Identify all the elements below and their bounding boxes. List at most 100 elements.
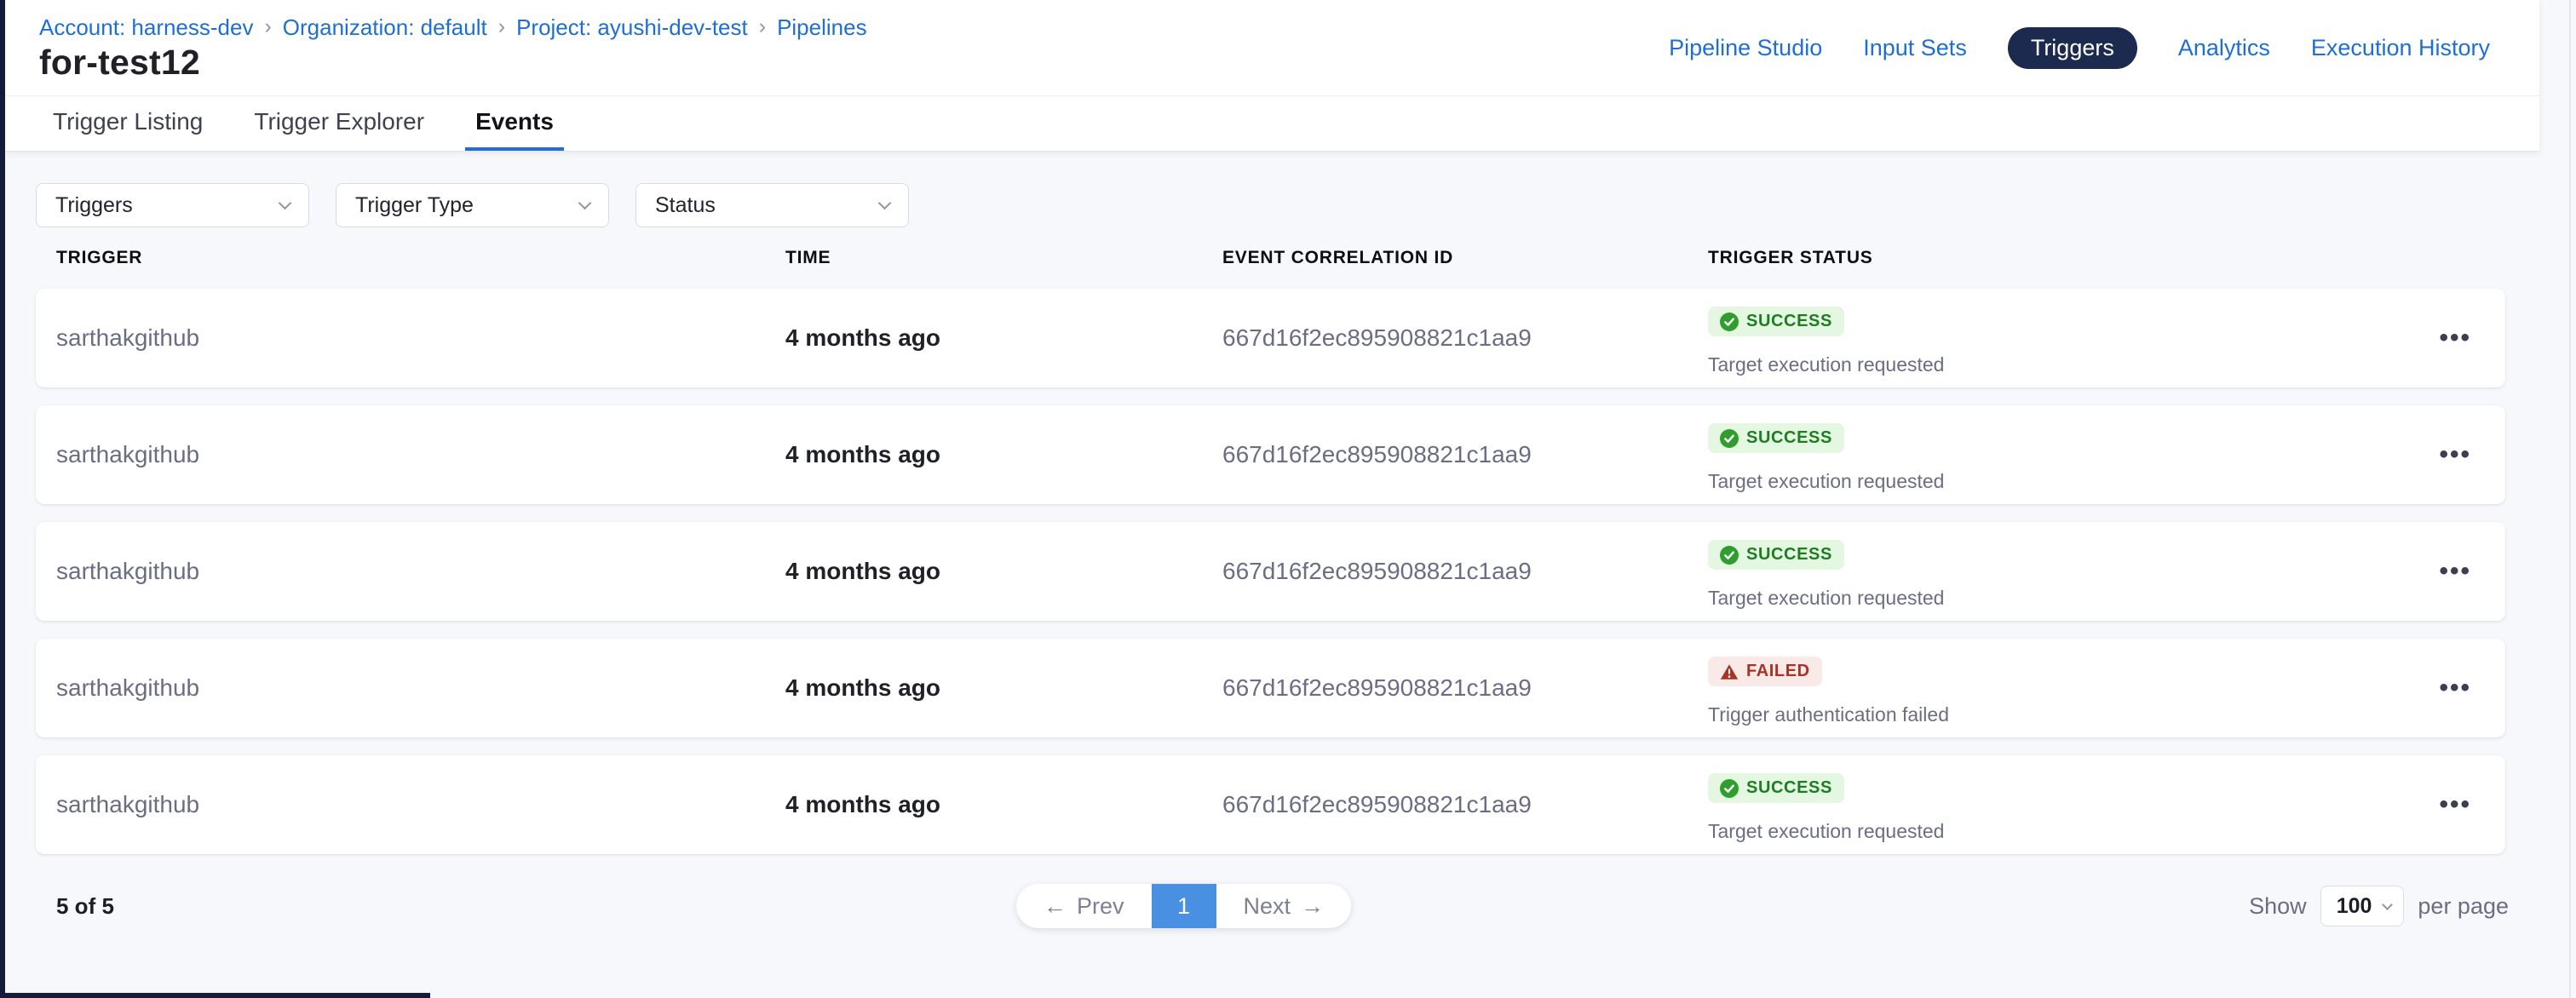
table-row: sarthakgithub 4 months ago 667d16f2ec895…	[36, 405, 2505, 504]
row-menu-button[interactable]: •••	[2439, 674, 2471, 703]
breadcrumb-link-pipelines[interactable]: Pipelines	[777, 14, 867, 41]
status-badge-label: FAILED	[1746, 662, 1810, 681]
filter-triggers[interactable]: Triggers	[36, 183, 309, 227]
row-menu-button[interactable]: •••	[2439, 790, 2471, 819]
nav-execution-history[interactable]: Execution History	[2311, 35, 2490, 61]
row-time: 4 months ago	[785, 674, 940, 701]
row-trigger: sarthakgithub	[56, 324, 199, 351]
breadcrumb: Account: harness-dev › Organization: defau…	[39, 14, 867, 41]
row-event-correlation-id: 667d16f2ec895908821c1aa9	[1222, 558, 1532, 584]
chevron-down-icon	[578, 196, 592, 209]
column-header-time: TIME	[785, 248, 1222, 268]
tab-events[interactable]: Events	[465, 96, 564, 151]
nav-analytics[interactable]: Analytics	[2178, 35, 2270, 61]
filters-row: Triggers Trigger Type Status	[36, 183, 2539, 227]
table-body: sarthakgithub 4 months ago 667d16f2ec895…	[5, 289, 2539, 854]
row-count: 5 of 5	[56, 893, 114, 920]
table-row: sarthakgithub 4 months ago 667d16f2ec895…	[36, 522, 2505, 621]
row-menu-button[interactable]: •••	[2439, 324, 2471, 353]
row-trigger: sarthakgithub	[56, 441, 199, 467]
events-content: Triggers Trigger Type Status TRIGGER TIME …	[5, 152, 2539, 940]
tab-bar: Trigger Listing Trigger Explorer Events	[5, 96, 2539, 151]
prev-button[interactable]: ← Prev	[1016, 884, 1152, 928]
row-trigger: sarthakgithub	[56, 558, 199, 584]
right-edge-line	[2569, 0, 2571, 998]
status-badge-label: SUCCESS	[1746, 428, 1832, 448]
status-badge: FAILED	[1708, 657, 1822, 686]
chevron-down-icon	[2383, 899, 2394, 910]
check-circle-icon	[1720, 779, 1739, 798]
tab-trigger-listing[interactable]: Trigger Listing	[43, 96, 213, 151]
collapsed-sidebar-strip	[0, 0, 5, 998]
bottom-edge-sliver	[0, 993, 430, 998]
page-size-control: Show 100 per page	[2249, 886, 2509, 926]
warning-triangle-icon	[1720, 663, 1739, 680]
row-event-correlation-id: 667d16f2ec895908821c1aa9	[1222, 674, 1532, 701]
tab-trigger-explorer[interactable]: Trigger Explorer	[244, 96, 434, 151]
status-badge-label: SUCCESS	[1746, 312, 1832, 331]
row-trigger: sarthakgithub	[56, 674, 199, 701]
row-menu-button[interactable]: •••	[2439, 557, 2471, 586]
status-message: Target execution requested	[1708, 353, 2386, 376]
page-title: for-test12	[39, 43, 200, 83]
filter-label: Status	[655, 193, 716, 218]
next-label: Next	[1244, 893, 1291, 920]
row-time: 4 months ago	[785, 791, 940, 817]
prev-label: Prev	[1077, 893, 1124, 920]
row-trigger: sarthakgithub	[56, 791, 199, 817]
row-menu-button[interactable]: •••	[2439, 440, 2471, 469]
next-button[interactable]: Next →	[1216, 884, 1352, 928]
row-time: 4 months ago	[785, 441, 940, 467]
status-message: Target execution requested	[1708, 587, 2386, 610]
filter-label: Trigger Type	[355, 193, 474, 218]
status-message: Target execution requested	[1708, 820, 2386, 843]
nav-pipeline-studio[interactable]: Pipeline Studio	[1669, 35, 1822, 61]
nav-input-sets[interactable]: Input Sets	[1863, 35, 1967, 61]
row-time: 4 months ago	[785, 324, 940, 351]
filter-status[interactable]: Status	[635, 183, 909, 227]
table-row: sarthakgithub 4 months ago 667d16f2ec895…	[36, 755, 2505, 854]
per-page-label: per page	[2418, 893, 2509, 920]
page-size-value: 100	[2337, 894, 2372, 919]
chevron-right-separator: ›	[759, 14, 766, 39]
chevron-down-icon	[878, 196, 892, 209]
column-header-trigger: TRIGGER	[36, 248, 785, 268]
show-label: Show	[2249, 893, 2307, 920]
table-header: TRIGGER TIME EVENT CORRELATION ID TRIGGE…	[36, 248, 2505, 268]
chevron-right-separator: ›	[264, 14, 271, 39]
status-badge-label: SUCCESS	[1746, 778, 1832, 798]
row-event-correlation-id: 667d16f2ec895908821c1aa9	[1222, 324, 1532, 351]
column-header-event-correlation-id: EVENT CORRELATION ID	[1222, 248, 1708, 268]
column-header-trigger-status: TRIGGER STATUS	[1708, 248, 2505, 268]
chevron-right-separator: ›	[498, 14, 505, 39]
status-badge: SUCCESS	[1708, 307, 1844, 336]
breadcrumb-link-project-ayushi-dev-test[interactable]: Project: ayushi-dev-test	[516, 14, 748, 41]
arrow-right-icon: →	[1301, 893, 1324, 920]
filter-trigger-type[interactable]: Trigger Type	[336, 183, 609, 227]
row-event-correlation-id: 667d16f2ec895908821c1aa9	[1222, 791, 1532, 817]
page-size-select[interactable]: 100	[2320, 886, 2405, 926]
arrow-left-icon: ←	[1044, 893, 1067, 920]
check-circle-icon	[1720, 546, 1739, 565]
nav-triggers[interactable]: Triggers	[2008, 27, 2137, 69]
status-message: Target execution requested	[1708, 470, 2386, 493]
table-row: sarthakgithub 4 months ago 667d16f2ec895…	[36, 639, 2505, 737]
status-badge: SUCCESS	[1708, 773, 1844, 803]
breadcrumb-link-organization-default[interactable]: Organization: default	[283, 14, 487, 41]
footer: 5 of 5 ← Prev 1 Next → Show 100 per page	[36, 872, 2509, 940]
status-badge: SUCCESS	[1708, 540, 1844, 570]
page-header: Account: harness-dev › Organization: defau…	[5, 0, 2539, 152]
page-number-button[interactable]: 1	[1152, 884, 1216, 928]
status-badge: SUCCESS	[1708, 423, 1844, 453]
header-top: Account: harness-dev › Organization: defau…	[5, 0, 2539, 96]
row-time: 4 months ago	[785, 558, 940, 584]
pipeline-nav: Pipeline Studio Input Sets Triggers Analyti…	[1669, 0, 2490, 96]
status-badge-label: SUCCESS	[1746, 545, 1832, 565]
filter-label: Triggers	[55, 193, 133, 218]
row-event-correlation-id: 667d16f2ec895908821c1aa9	[1222, 441, 1532, 467]
chevron-down-icon	[279, 196, 292, 209]
status-message: Trigger authentication failed	[1708, 703, 2386, 726]
check-circle-icon	[1720, 313, 1739, 331]
breadcrumb-link-account-harness-dev[interactable]: Account: harness-dev	[39, 14, 253, 41]
table-row: sarthakgithub 4 months ago 667d16f2ec895…	[36, 289, 2505, 387]
